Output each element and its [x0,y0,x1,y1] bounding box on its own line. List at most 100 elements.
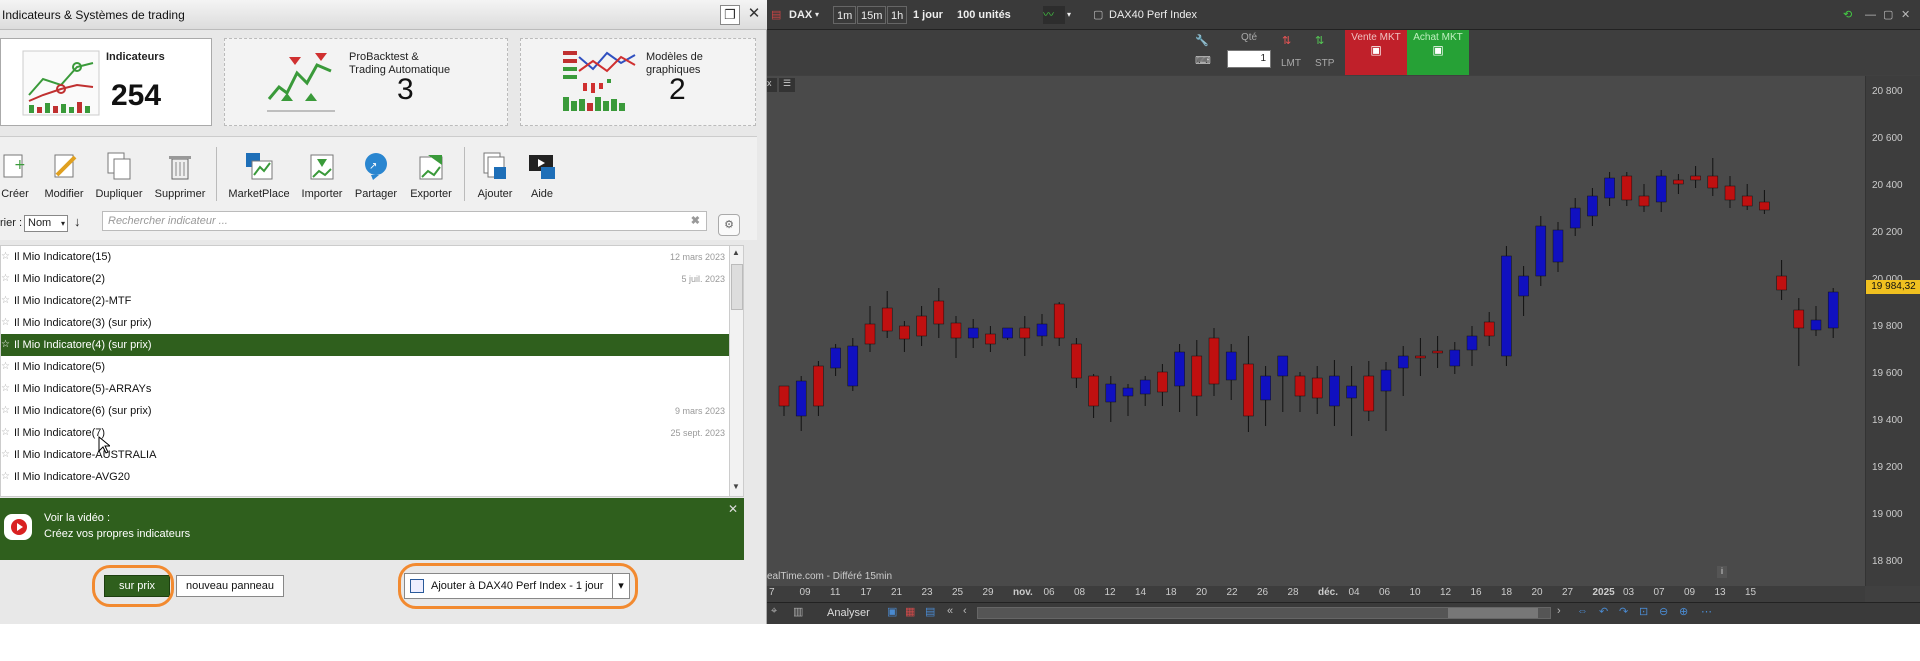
list-item[interactable]: ☆ Il Mio Indicatore(7) 25 sept. 2023 [1,422,729,444]
timeframe-1h[interactable]: 1h [887,6,908,24]
price-axis[interactable]: 20 80020 60020 40020 20020 00019 80019 6… [1865,76,1920,586]
star-icon[interactable]: ☆ [1,312,10,334]
candle-body [985,333,996,345]
sort-select[interactable]: Nom ▾ [24,215,68,232]
list-item[interactable]: ☆ Il Mio Indicatore(2) 5 juil. 2023 [1,268,729,290]
analyser-button[interactable]: Analyser [827,607,870,619]
timeframe-1m[interactable]: 1m [833,6,857,24]
candle-body [1157,371,1168,393]
scroll-left-fast-icon[interactable]: « [947,605,953,617]
templates-chart-icon [563,51,636,111]
list-item-date: 9 mars 2023 [674,406,725,416]
search-input[interactable]: Rechercher indicateur ... ✖ [102,211,707,231]
zoom-out-icon[interactable]: ⊖ [1659,605,1668,618]
date-tick: déc. [1318,587,1339,598]
card-probacktest[interactable]: ProBacktest & Trading Automatique 3 [224,38,508,126]
clear-search-icon[interactable]: ✖ [691,212,700,230]
buy-market-button[interactable]: Achat MKT ▣ [1407,30,1469,75]
refresh-icon[interactable]: ⟲ [1843,6,1852,24]
tool-icon[interactable]: ▣ [887,605,897,618]
keyboard-icon[interactable]: ⌨ [1195,54,1211,67]
candle-body [1415,355,1426,359]
chart-plot-area[interactable]: x ☰ ealTime.com - Différé 15min i [767,76,1865,586]
close-icon[interactable]: ✕ [744,5,764,25]
duplicate-button[interactable]: Dupliquer [94,151,144,200]
list-item[interactable]: ☆ Il Mio Indicatore(5)-ARRAYs [1,378,729,400]
sort-label: rier : [0,217,22,229]
card-templates[interactable]: Modèles de graphiques 2 [520,38,756,126]
star-icon[interactable]: ☆ [1,290,10,312]
scroll-right-icon[interactable]: › [1557,605,1561,617]
star-icon[interactable]: ☆ [1,400,10,422]
star-icon[interactable]: ☆ [1,334,10,356]
close-chart-icon[interactable]: ✕ [1901,6,1910,24]
add-button[interactable]: Ajouter [474,151,516,200]
time-scroll-thumb[interactable] [1448,608,1538,618]
star-icon[interactable]: ☆ [1,444,10,466]
star-icon[interactable]: ☆ [1,246,10,268]
grid-icon[interactable]: ▦ [905,605,915,618]
list-item[interactable]: ☆ Il Mio Indicatore-AUSTRALIA [1,444,729,466]
stop-order-icon[interactable]: ⇅ [1315,34,1324,47]
list-item[interactable]: ☆ Il Mio Indicatore(6) (sur prix) 9 mars 2… [1,400,729,422]
redo-icon[interactable]: ↷ [1619,605,1628,618]
list-scrollbar[interactable]: ▲ ▼ [729,246,743,496]
new-panel-button[interactable]: nouveau panneau [176,575,284,597]
instrument-select[interactable]: DAX [789,6,812,24]
share-button[interactable]: ↗ Partager [354,151,398,200]
star-icon[interactable]: ☆ [1,268,10,290]
price-tick: 19 200 [1872,462,1903,473]
chart-window: ▤ DAX ▾ 1m 15m 1h 1 jour 100 unités 〰 ▾ … [767,0,1920,624]
scroll-thumb[interactable] [731,264,743,310]
list-item-selected[interactable]: ☆ Il Mio Indicatore(4) (sur prix) [1,334,729,356]
marketplace-button[interactable]: MarketPlace [228,151,290,200]
export-button[interactable]: Exporter [408,151,454,200]
multi-chart-icon[interactable]: ▤ [925,605,935,618]
import-button[interactable]: Importer [298,151,346,200]
limit-order-icon[interactable]: ⇅ [1282,34,1291,47]
restore-icon[interactable]: ❐ [720,5,740,25]
create-button[interactable]: + Créer [0,151,30,200]
chevron-down-icon[interactable]: ▾ [815,6,819,24]
date-axis[interactable]: 7 09 11 17 21 23 25 29 nov. 06 08 12 14 18 20 22 26 28 déc… [767,586,1865,602]
star-icon[interactable]: ☆ [1,466,10,488]
card-indicators[interactable]: Indicateurs 254 [0,38,212,126]
list-item[interactable]: ☆ Il Mio Indicatore(2)-MTF [1,290,729,312]
minimize-icon[interactable]: — [1865,6,1876,24]
qty-input[interactable]: 1 [1227,50,1271,68]
help-button[interactable]: Aide [522,151,562,200]
sort-direction-icon[interactable]: ↓ [74,214,81,229]
undo-icon[interactable]: ↶ [1599,605,1608,618]
wrench-icon[interactable]: 🔧 [1195,34,1209,47]
auto-scale-icon[interactable]: ⇔ [1577,605,1588,617]
list-item[interactable]: ☆ Il Mio Indicatore-AVG20 [1,466,729,488]
info-icon[interactable]: i [1717,566,1727,578]
crosshair-icon[interactable]: ⌖ [771,605,777,618]
scroll-down-icon[interactable]: ▼ [732,482,740,491]
star-icon[interactable]: ☆ [1,422,10,444]
settings-icon[interactable]: ⚙ [718,214,740,236]
fit-icon[interactable]: ⊡ [1639,605,1648,618]
list-item[interactable]: ☆ Il Mio Indicatore(3) (sur prix) [1,312,729,334]
units-select[interactable]: 100 unités [957,6,1011,24]
zoom-in-icon[interactable]: ⊕ [1679,605,1688,618]
chart-type-icon[interactable]: 〰 [1043,6,1065,24]
time-scrollbar[interactable] [977,607,1551,619]
modify-button[interactable]: Modifier [42,151,86,200]
period-select[interactable]: 1 jour [913,6,943,24]
list-item[interactable]: ☆ Il Mio Indicatore(15) 12 mars 2023 [1,246,729,268]
list-item[interactable]: ☆ Il Mio Indicatore(5) [1,356,729,378]
star-icon[interactable]: ☆ [1,356,10,378]
layout-icon[interactable]: ▥ [793,605,803,618]
star-icon[interactable]: ☆ [1,378,10,400]
scroll-left-icon[interactable]: ‹ [963,605,967,617]
timeframe-15m[interactable]: 15m [857,6,887,24]
maximize-icon[interactable]: ▢ [1883,6,1893,24]
more-icon[interactable]: ⋯ [1701,605,1712,618]
scroll-up-icon[interactable]: ▲ [732,248,740,257]
sell-market-button[interactable]: Vente MKT ▣ [1345,30,1407,75]
video-banner[interactable]: Voir la vidéo : Créez vos propres indica… [0,498,744,560]
delete-button[interactable]: Supprimer [154,151,206,200]
close-banner-icon[interactable]: ✕ [728,502,738,516]
chevron-down-icon[interactable]: ▾ [1067,6,1071,24]
